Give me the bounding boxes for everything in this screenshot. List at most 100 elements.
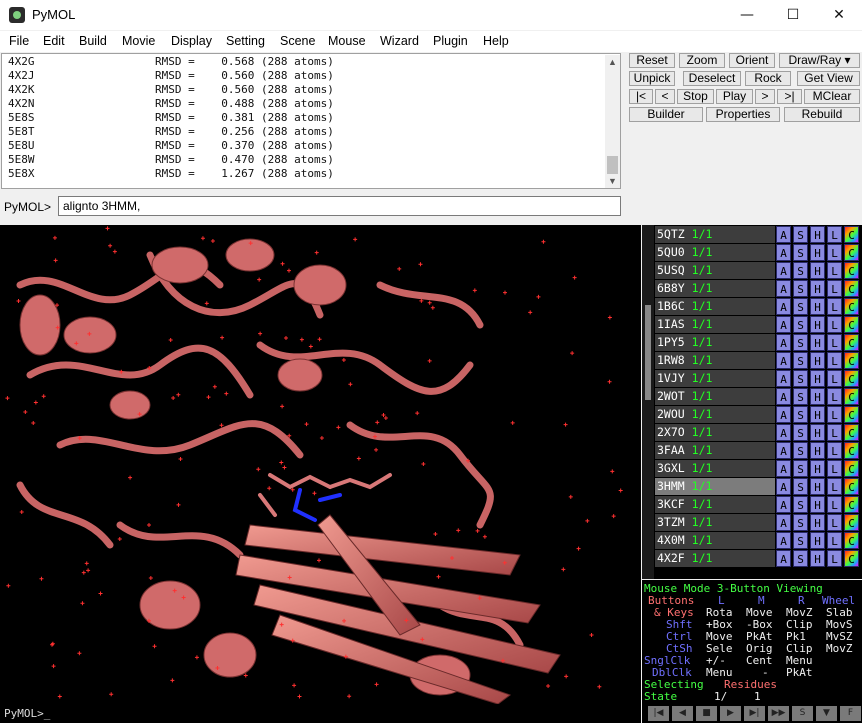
label-menu-button[interactable]: L [827, 532, 842, 549]
action-menu-button[interactable]: A [776, 388, 791, 405]
draw-ray-button[interactable]: Draw/Ray ▾ [779, 53, 860, 68]
menu-plugin[interactable]: Plugin [433, 34, 468, 48]
show-menu-button[interactable]: S [793, 424, 808, 441]
color-menu-button[interactable]: C [844, 424, 859, 441]
menu-setting[interactable]: Setting [226, 34, 265, 48]
object-row-3gxl[interactable]: 3GXL 1/1 A S H L C [655, 460, 860, 477]
menu-display[interactable]: Display [171, 34, 212, 48]
mclear-button[interactable]: MClear [804, 89, 860, 104]
hide-menu-button[interactable]: H [810, 280, 825, 297]
object-name[interactable]: 4X0M 1/1 [655, 532, 775, 549]
hide-menu-button[interactable]: H [810, 478, 825, 495]
object-name[interactable]: 2X7O 1/1 [655, 424, 775, 441]
show-menu-button[interactable]: S [793, 262, 808, 279]
play-button[interactable]: Play [716, 89, 753, 104]
rewind-button[interactable]: |< [629, 89, 653, 104]
minimize-button[interactable]: — [724, 0, 770, 30]
action-menu-button[interactable]: A [776, 460, 791, 477]
label-menu-button[interactable]: L [827, 550, 842, 567]
color-menu-button[interactable]: C [844, 244, 859, 261]
color-menu-button[interactable]: C [844, 532, 859, 549]
object-name[interactable]: 1PY5 1/1 [655, 334, 775, 351]
show-menu-button[interactable]: S [793, 244, 808, 261]
object-name[interactable]: 3GXL 1/1 [655, 460, 775, 477]
object-row-1py5[interactable]: 1PY5 1/1 A S H L C [655, 334, 860, 351]
object-name[interactable]: 1B6C 1/1 [655, 298, 775, 315]
selecting-mode[interactable]: Residues [724, 678, 777, 691]
output-scrollbar[interactable]: ▲ ▼ [605, 55, 620, 188]
color-menu-button[interactable]: C [844, 370, 859, 387]
action-menu-button[interactable]: A [776, 370, 791, 387]
movie-stop-button[interactable]: ■ [696, 706, 717, 721]
menu-edit[interactable]: Edit [43, 34, 65, 48]
show-menu-button[interactable]: S [793, 550, 808, 567]
movie-back-button[interactable]: ◀ [672, 706, 693, 721]
action-menu-button[interactable]: A [776, 334, 791, 351]
object-row-5qtz[interactable]: 5QTZ 1/1 A S H L C [655, 226, 860, 243]
action-menu-button[interactable]: A [776, 406, 791, 423]
object-row-3hmm[interactable]: 3HMM 1/1 A S H L C [655, 478, 860, 495]
orient-button[interactable]: Orient [729, 53, 775, 68]
object-row-6b8y[interactable]: 6B8Y 1/1 A S H L C [655, 280, 860, 297]
object-name[interactable]: 5USQ 1/1 [655, 262, 775, 279]
show-menu-button[interactable]: S [793, 334, 808, 351]
label-menu-button[interactable]: L [827, 442, 842, 459]
object-row-1b6c[interactable]: 1B6C 1/1 A S H L C [655, 298, 860, 315]
object-row-4x2f[interactable]: 4X2F 1/1 A S H L C [655, 550, 860, 567]
object-row-1rw8[interactable]: 1RW8 1/1 A S H L C [655, 352, 860, 369]
close-button[interactable]: ✕ [816, 0, 862, 30]
object-name[interactable]: 1IAS 1/1 [655, 316, 775, 333]
action-menu-button[interactable]: A [776, 478, 791, 495]
movie-rewind-button[interactable]: |◀ [648, 706, 669, 721]
action-menu-button[interactable]: A [776, 316, 791, 333]
menu-movie[interactable]: Movie [122, 34, 155, 48]
hide-menu-button[interactable]: H [810, 370, 825, 387]
menu-help[interactable]: Help [483, 34, 509, 48]
object-name[interactable]: 3HMM 1/1 [655, 478, 775, 495]
hide-menu-button[interactable]: H [810, 550, 825, 567]
object-row-1ias[interactable]: 1IAS 1/1 A S H L C [655, 316, 860, 333]
action-menu-button[interactable]: A [776, 550, 791, 567]
object-name[interactable]: 3FAA 1/1 [655, 442, 775, 459]
hide-menu-button[interactable]: H [810, 262, 825, 279]
zoom-button[interactable]: Zoom [679, 53, 725, 68]
object-row-3kcf[interactable]: 3KCF 1/1 A S H L C [655, 496, 860, 513]
label-menu-button[interactable]: L [827, 496, 842, 513]
color-menu-button[interactable]: C [844, 316, 859, 333]
show-menu-button[interactable]: S [793, 352, 808, 369]
object-row-5qu0[interactable]: 5QU0 1/1 A S H L C [655, 244, 860, 261]
rebuild-button[interactable]: Rebuild [784, 107, 860, 122]
back-button[interactable]: < [655, 89, 675, 104]
action-menu-button[interactable]: A [776, 496, 791, 513]
molecular-viewport[interactable] [0, 225, 641, 704]
label-menu-button[interactable]: L [827, 280, 842, 297]
menu-build[interactable]: Build [79, 34, 107, 48]
maximize-button[interactable]: ☐ [770, 0, 816, 30]
movie-menu-button[interactable]: ▼ [816, 706, 837, 721]
scroll-up-arrow[interactable]: ▲ [605, 55, 620, 69]
color-menu-button[interactable]: C [844, 406, 859, 423]
show-menu-button[interactable]: S [793, 316, 808, 333]
object-row-3tzm[interactable]: 3TZM 1/1 A S H L C [655, 514, 860, 531]
action-menu-button[interactable]: A [776, 298, 791, 315]
show-menu-button[interactable]: S [793, 496, 808, 513]
show-menu-button[interactable]: S [793, 478, 808, 495]
scroll-thumb[interactable] [607, 156, 618, 174]
object-row-2wou[interactable]: 2WOU 1/1 A S H L C [655, 406, 860, 423]
show-menu-button[interactable]: S [793, 280, 808, 297]
object-name[interactable]: 1VJY 1/1 [655, 370, 775, 387]
show-menu-button[interactable]: S [793, 226, 808, 243]
color-menu-button[interactable]: C [844, 280, 859, 297]
rock-button[interactable]: Rock [745, 71, 791, 86]
hide-menu-button[interactable]: H [810, 244, 825, 261]
object-row-5usq[interactable]: 5USQ 1/1 A S H L C [655, 262, 860, 279]
show-menu-button[interactable]: S [793, 532, 808, 549]
show-menu-button[interactable]: S [793, 406, 808, 423]
object-row-2x7o[interactable]: 2X7O 1/1 A S H L C [655, 424, 860, 441]
hide-menu-button[interactable]: H [810, 442, 825, 459]
object-row-3faa[interactable]: 3FAA 1/1 A S H L C [655, 442, 860, 459]
color-menu-button[interactable]: C [844, 298, 859, 315]
label-menu-button[interactable]: L [827, 478, 842, 495]
action-menu-button[interactable]: A [776, 226, 791, 243]
action-menu-button[interactable]: A [776, 424, 791, 441]
